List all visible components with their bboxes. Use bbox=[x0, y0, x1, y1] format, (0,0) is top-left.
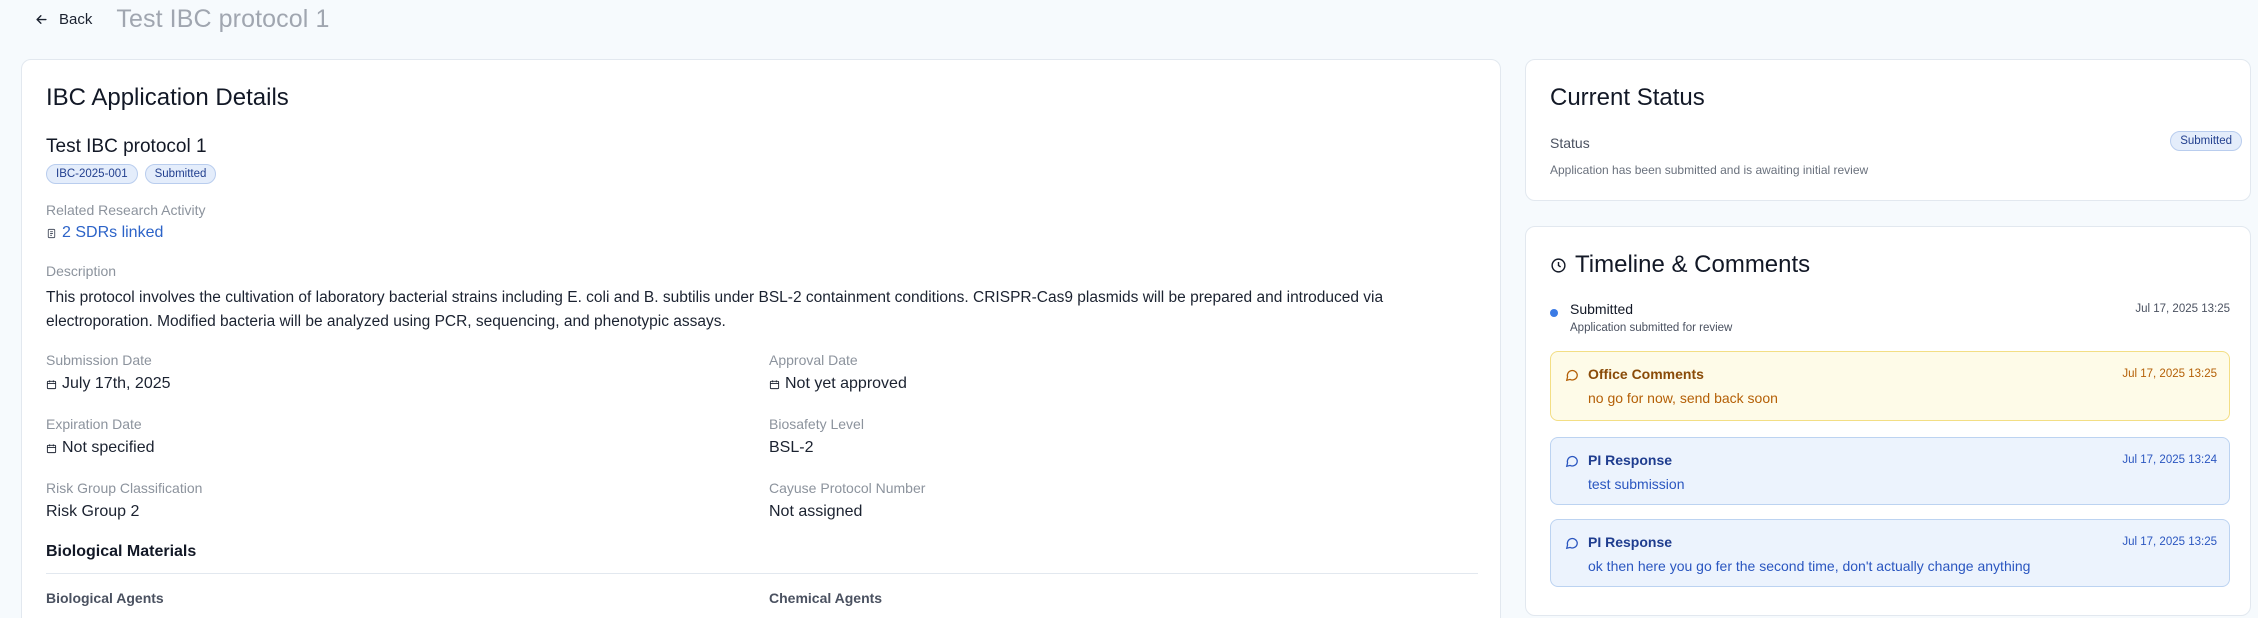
details-card-title: IBC Application Details bbox=[46, 84, 289, 111]
status-label: Status bbox=[1550, 135, 1590, 151]
submission-date-label: Submission Date bbox=[46, 352, 152, 368]
top-bar: Back Test IBC protocol 1 bbox=[30, 4, 329, 34]
calendar-icon bbox=[46, 379, 57, 389]
message-circle-icon bbox=[1565, 369, 1578, 382]
cayuse-number-label: Cayuse Protocol Number bbox=[769, 480, 926, 496]
office-comment: Office Comments Jul 17, 2025 13:25 no go… bbox=[1550, 351, 2230, 421]
submission-date-value: July 17th, 2025 bbox=[46, 375, 171, 393]
message-circle-icon bbox=[1565, 537, 1578, 550]
biological-materials-title: Biological Materials bbox=[46, 543, 197, 560]
related-activity-label: Related Research Activity bbox=[46, 202, 206, 218]
status-card-title: Current Status bbox=[1550, 84, 1705, 111]
comment-title: Office Comments bbox=[1588, 366, 1704, 382]
status-badge: Submitted bbox=[144, 164, 217, 184]
calendar-icon bbox=[46, 443, 57, 453]
comment-text: ok then here you go fer the second time,… bbox=[1588, 558, 2031, 574]
comment-text: test submission bbox=[1588, 476, 1685, 492]
comment-time: Jul 17, 2025 13:25 bbox=[2122, 368, 2217, 380]
calendar-icon bbox=[769, 379, 780, 389]
risk-group-value: Risk Group 2 bbox=[46, 503, 140, 520]
event-dot bbox=[1550, 309, 1558, 317]
comment-title: PI Response bbox=[1588, 452, 1673, 468]
pi-response-comment: PI Response Jul 17, 2025 13:24 test subm… bbox=[1550, 437, 2230, 505]
timeline-header: Timeline & Comments bbox=[1550, 251, 1810, 279]
section-divider bbox=[46, 573, 1478, 574]
event-subtitle: Application submitted for review bbox=[1570, 322, 1733, 334]
page-title: Test IBC protocol 1 bbox=[116, 4, 330, 33]
protocol-id-badge: IBC-2025-001 bbox=[46, 164, 138, 184]
application-details-card: IBC Application Details Test IBC protoco… bbox=[21, 59, 1501, 618]
expiration-date-label: Expiration Date bbox=[46, 416, 142, 432]
chemical-agents-label: Chemical Agents bbox=[769, 590, 883, 606]
comment-time: Jul 17, 2025 13:25 bbox=[2122, 536, 2217, 548]
comment-time: Jul 17, 2025 13:24 bbox=[2122, 454, 2217, 466]
event-title: Submitted bbox=[1570, 301, 1634, 317]
expiration-date-value: Not specified bbox=[46, 439, 155, 457]
pi-response-comment: PI Response Jul 17, 2025 13:25 ok then h… bbox=[1550, 519, 2230, 587]
timeline-title: Timeline & Comments bbox=[1575, 251, 1811, 278]
back-label: Back bbox=[59, 10, 93, 28]
back-button[interactable]: Back bbox=[30, 9, 96, 30]
related-activity-link[interactable]: 2 SDRs linked bbox=[46, 224, 163, 242]
biosafety-level-label: Biosafety Level bbox=[769, 416, 864, 432]
event-time: Jul 17, 2025 13:25 bbox=[2135, 303, 2230, 315]
biosafety-level-value: BSL-2 bbox=[769, 439, 814, 456]
timeline-card: Timeline & Comments Submitted Applicatio… bbox=[1525, 226, 2251, 616]
approval-date-value: Not yet approved bbox=[769, 375, 907, 393]
arrow-left-icon bbox=[36, 14, 47, 24]
cayuse-number-value: Not assigned bbox=[769, 503, 863, 520]
document-icon bbox=[47, 228, 56, 238]
current-status-card: Current Status Status Submitted Applicat… bbox=[1525, 59, 2251, 201]
description-label: Description bbox=[46, 263, 117, 279]
related-activity-value: 2 SDRs linked bbox=[62, 224, 164, 241]
application-name: Test IBC protocol 1 bbox=[46, 136, 207, 157]
comment-text: no go for now, send back soon bbox=[1588, 390, 1778, 406]
status-description: Application has been submitted and is aw… bbox=[1550, 163, 1869, 177]
biological-agents-label: Biological Agents bbox=[46, 590, 164, 606]
clock-icon bbox=[1551, 257, 1566, 273]
application-badges: IBC-2025-001 Submitted bbox=[46, 164, 217, 184]
description-text: This protocol involves the cultivation o… bbox=[46, 289, 1384, 330]
comment-title: PI Response bbox=[1588, 534, 1673, 550]
current-status-badge: Submitted bbox=[2170, 131, 2242, 151]
approval-date-label: Approval Date bbox=[769, 352, 858, 368]
message-circle-icon bbox=[1565, 455, 1578, 468]
risk-group-label: Risk Group Classification bbox=[46, 480, 203, 496]
